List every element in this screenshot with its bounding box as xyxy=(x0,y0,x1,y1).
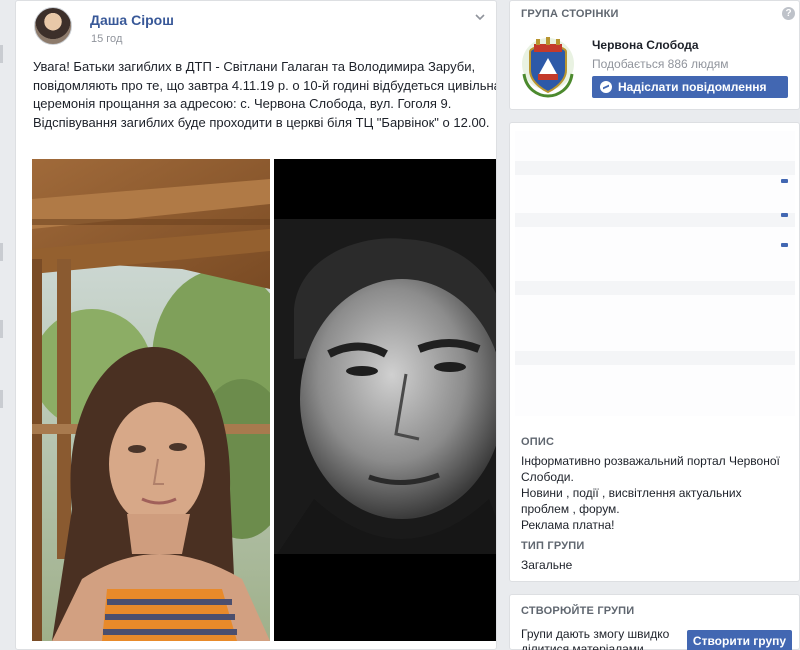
photo-woman[interactable] xyxy=(32,159,270,641)
left-gutter xyxy=(0,0,10,650)
group-type-value: Загальне xyxy=(521,558,573,572)
create-group-heading: СТВОРЮЙТЕ ГРУПИ xyxy=(521,605,635,617)
gutter-marker xyxy=(0,243,3,261)
page-likes: Подобається 886 людям xyxy=(592,57,729,71)
blank-mark xyxy=(781,243,788,247)
post-author[interactable]: Даша Сірош xyxy=(90,12,174,28)
photo-man[interactable] xyxy=(274,159,496,641)
send-message-label: Надіслати повідомлення xyxy=(618,80,767,94)
page-logo[interactable] xyxy=(520,34,576,98)
messenger-icon xyxy=(600,81,612,93)
author-avatar[interactable] xyxy=(34,7,72,45)
group-page-card: ГРУПА СТОРІНКИ ? Червона Слобода Подобає… xyxy=(509,0,800,110)
description-line: Інформативно розважальний портал Червоно… xyxy=(521,454,780,468)
page-name[interactable]: Червона Слобода xyxy=(592,38,699,52)
blank-mark xyxy=(781,213,788,217)
send-message-button[interactable]: Надіслати повідомлення xyxy=(592,76,788,98)
create-group-text: Групи дають змогу швидко ділитися матері… xyxy=(521,627,670,650)
create-group-card: СТВОРЮЙТЕ ГРУПИ Групи дають змогу швидко… xyxy=(509,594,800,650)
post-timestamp[interactable]: 15 год xyxy=(91,33,122,45)
description-line: Реклама платна! xyxy=(521,518,615,532)
description-heading: ОПИС xyxy=(521,436,555,448)
gutter-marker xyxy=(0,320,3,338)
description-line: Новини , події , висвітлення актуальних xyxy=(521,486,742,500)
create-group-button[interactable]: Створити групу xyxy=(687,630,792,650)
gutter-marker xyxy=(0,45,3,63)
blank-area xyxy=(515,131,795,416)
feed-post: Даша Сірош 15 год Увага! Батьки загиблих… xyxy=(15,0,497,650)
post-text: Увага! Батьки загиблих в ДТП - Світлани … xyxy=(33,59,497,130)
group-page-heading: ГРУПА СТОРІНКИ xyxy=(521,8,619,20)
blank-mark xyxy=(781,179,788,183)
group-type-heading: ТИП ГРУПИ xyxy=(521,540,585,552)
description-line: проблем , форум. xyxy=(521,502,620,516)
gutter-marker xyxy=(0,390,3,408)
description-line: Слободи. xyxy=(521,470,574,484)
chevron-down-icon[interactable] xyxy=(474,11,488,25)
help-icon[interactable]: ? xyxy=(782,7,795,20)
group-info-card: ОПИС Інформативно розважальний портал Че… xyxy=(509,122,800,582)
post-photos xyxy=(32,159,496,641)
